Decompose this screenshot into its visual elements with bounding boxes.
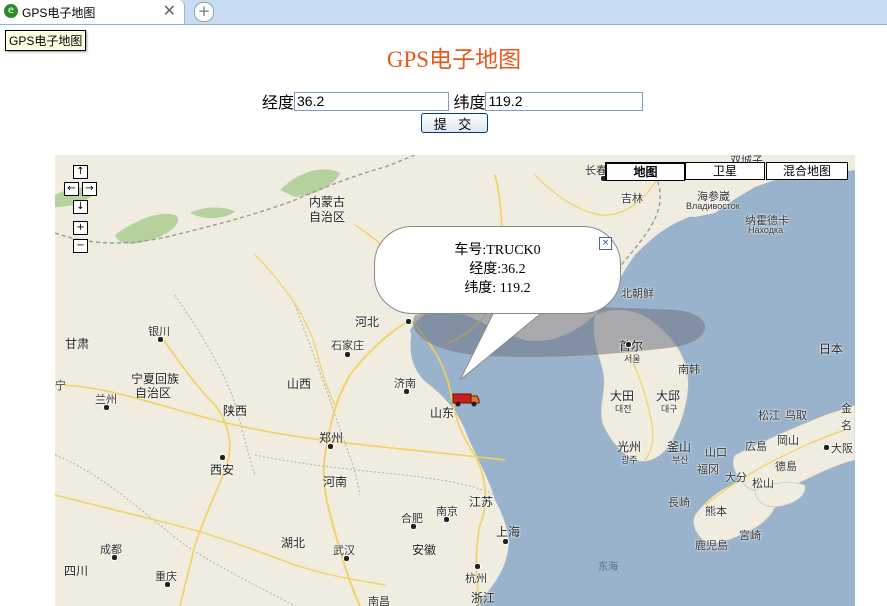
city-label: 杭州 [465, 573, 487, 585]
city-label: 広島 [745, 441, 767, 453]
browser-tab[interactable]: e GPS电子地图 ✕ [0, 0, 185, 24]
city-label: 松江 [758, 410, 780, 422]
truck-marker-icon[interactable] [451, 388, 481, 408]
city-label: 長崎 [668, 497, 690, 509]
border-line [254, 454, 496, 496]
province-label: 四川 [64, 564, 89, 578]
info-latitude: 纬度: 119.2 [464, 281, 531, 296]
province-label: 河北 [355, 315, 380, 329]
pan-right-icon[interactable]: → [82, 182, 97, 196]
sea-label: 东海 [598, 562, 618, 573]
city-label: 大阪 [831, 443, 853, 455]
city-dot [327, 443, 334, 450]
city-label: 熊本 [705, 506, 727, 518]
city-label: 宁 [55, 380, 66, 392]
longitude-label: 经度 [262, 95, 295, 112]
city-label: 광주 [621, 455, 638, 465]
zoom-out-icon[interactable]: − [73, 239, 88, 253]
province-label: 湖北 [281, 536, 306, 550]
city-dot [823, 444, 830, 451]
city-label: 서울 [624, 354, 641, 364]
country-label: 日本 [819, 342, 844, 356]
city-dot [103, 404, 110, 411]
city-dot [164, 581, 171, 588]
country-label: 南韩 [678, 364, 700, 376]
city-dot [625, 341, 632, 348]
city-label: 부산 [672, 455, 689, 465]
latitude-input[interactable] [485, 91, 644, 111]
browser-tab-title: GPS电子地图 [22, 6, 96, 20]
info-window: 车号:TRUCK0 经度:36.2 纬度: 119.2 × [374, 226, 621, 314]
city-label: 德島 [775, 461, 797, 473]
city-dot [502, 538, 509, 545]
city-label: 松山 [752, 478, 774, 490]
map-type-hybrid-button[interactable]: 混合地图 [766, 162, 848, 180]
city-label: 鹿児島 [695, 540, 728, 552]
new-tab-button[interactable]: + [194, 2, 214, 22]
info-longitude: 经度:36.2 [469, 262, 526, 277]
info-window-content: 车号:TRUCK0 经度:36.2 纬度: 119.2 [375, 241, 620, 298]
page-title: GPS电子地图 [386, 47, 522, 72]
city-label: Владивосток [686, 201, 740, 211]
city-label: 大分 [725, 472, 747, 484]
city-label: 上海 [496, 525, 521, 539]
province-label: 河南 [323, 475, 348, 489]
close-tab-icon[interactable]: ✕ [163, 1, 176, 20]
city-label: 대전 [615, 404, 632, 414]
city-label: 金 [841, 403, 852, 415]
latitude-label: 纬度 [453, 95, 486, 112]
park-area [115, 213, 179, 244]
city-label: 南昌 [368, 596, 390, 606]
city-label: 岡山 [777, 435, 799, 447]
city-dot [219, 454, 226, 461]
city-dot [443, 516, 450, 523]
info-vehicle-id: 车号:TRUCK0 [454, 243, 541, 258]
province-label: 陕西 [223, 404, 248, 418]
pan-down-icon[interactable]: ↓ [73, 200, 88, 214]
longitude-input[interactable] [294, 91, 450, 111]
city-label: 西安 [210, 463, 235, 477]
city-label: Находка [748, 225, 784, 235]
province-label: 山西 [287, 377, 312, 391]
submit-button[interactable]: 提 交 [421, 113, 488, 133]
country-label: 北朝鲜 [621, 288, 654, 300]
park-area [190, 207, 235, 219]
city-dot [111, 554, 118, 561]
city-dot [405, 318, 412, 325]
city-label: 名 [841, 420, 852, 432]
close-icon[interactable]: × [599, 237, 612, 250]
map-type-satellite-button[interactable]: 卫星 [685, 162, 765, 180]
city-dot [157, 336, 164, 343]
map-view[interactable]: 长春 双城子 吉林 海参崴 Владивосток 纳霍德卡 Находка 内… [55, 155, 855, 606]
browser-tab-bar: e GPS电子地图 ✕ + [0, 0, 887, 25]
pan-left-icon[interactable]: ← [64, 182, 79, 196]
city-label: 山口 [705, 447, 727, 459]
coordinate-form: 经度 纬度 [262, 89, 644, 113]
road [322, 319, 411, 606]
border-line [174, 294, 256, 476]
city-dot [410, 523, 417, 530]
province-label: 自治区 [135, 386, 172, 400]
city-label: 宮崎 [739, 530, 761, 542]
city-label: 福冈 [697, 464, 719, 476]
province-label: 安徽 [412, 543, 437, 557]
province-label: 浙江 [471, 591, 496, 605]
page-favicon-icon: e [4, 4, 18, 18]
city-label: 吉林 [621, 193, 643, 205]
province-label: 自治区 [309, 210, 346, 224]
city-label: 대구 [661, 404, 678, 414]
province-label: 甘肃 [65, 337, 90, 351]
road [55, 384, 506, 461]
city-dot [344, 351, 351, 358]
map-type-map-button[interactable]: 地图 [605, 162, 685, 181]
city-label: 鸟取 [785, 410, 807, 422]
pan-up-icon[interactable]: ↑ [73, 165, 88, 179]
city-dot [403, 388, 410, 395]
zoom-in-icon[interactable]: + [73, 221, 88, 235]
province-label: 江苏 [469, 495, 494, 509]
city-dot [474, 563, 481, 570]
road [55, 494, 386, 586]
city-dot [343, 555, 350, 562]
